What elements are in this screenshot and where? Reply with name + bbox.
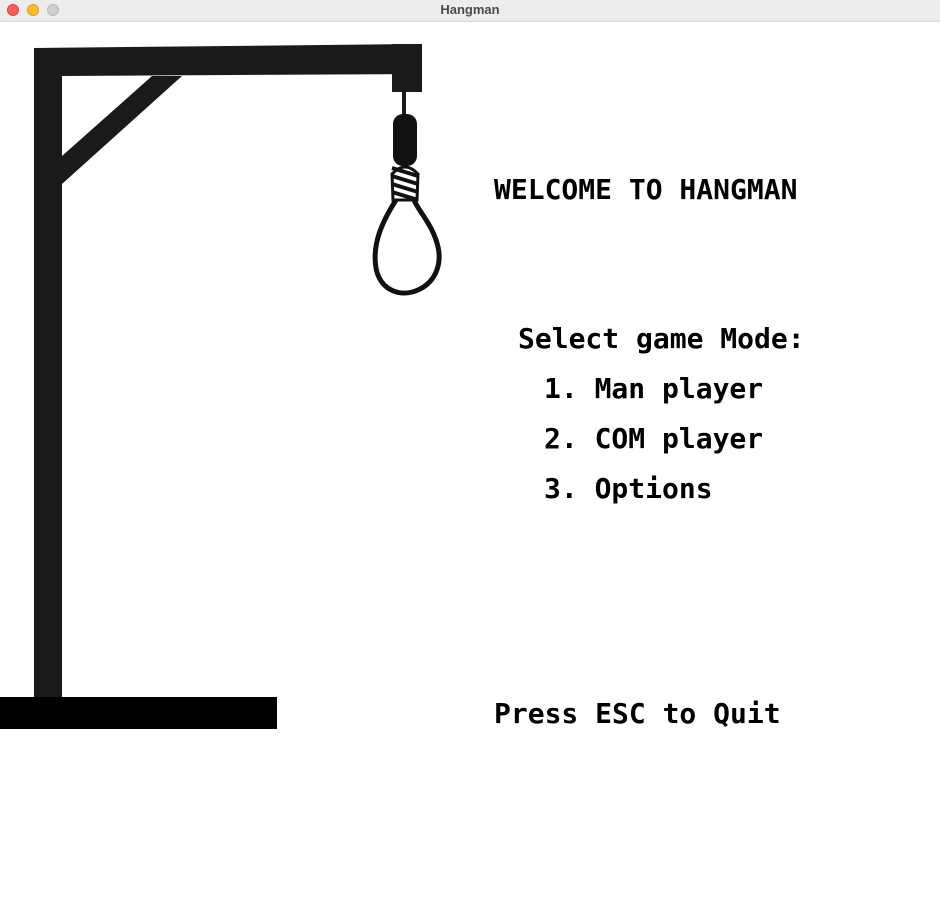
window-title: Hangman: [440, 2, 500, 17]
select-mode-label: Select game Mode:: [518, 322, 805, 355]
menu-option-man-player[interactable]: 1. Man player: [544, 375, 763, 403]
quit-hint: Press ESC to Quit: [494, 697, 781, 730]
noose-icon: [372, 88, 442, 296]
gallows-drop: [392, 44, 422, 92]
welcome-heading: WELCOME TO HANGMAN: [494, 173, 798, 206]
gallows-base: [0, 697, 277, 729]
gallows-graphic: [0, 44, 442, 729]
gallows-post: [34, 48, 62, 729]
gallows-beam: [34, 44, 422, 76]
game-window: Hangman WELCOME TO HANGMAN Select game M…: [0, 0, 940, 919]
gallows-brace: [62, 76, 182, 184]
title-bar: Hangman: [0, 0, 940, 22]
menu-option-com-player[interactable]: 2. COM player: [544, 425, 763, 453]
menu-option-options[interactable]: 3. Options: [544, 475, 713, 503]
